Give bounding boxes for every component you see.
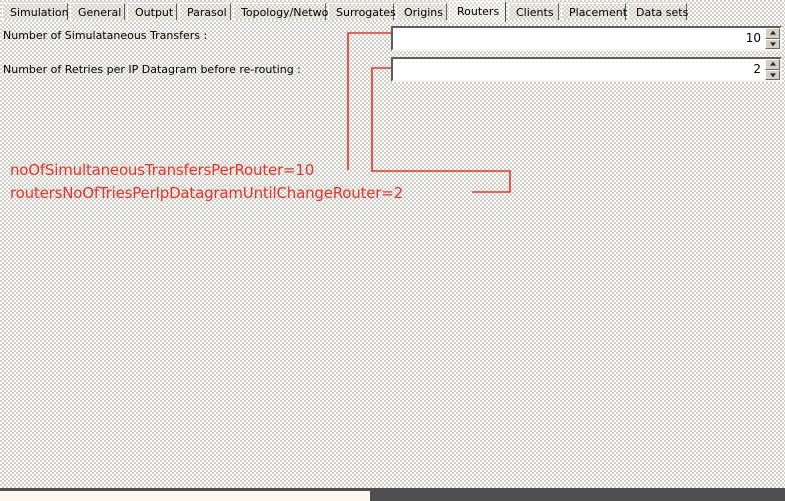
spinner-simultaneous-transfers[interactable]: 10 <box>391 26 782 51</box>
tab-label: Placement <box>569 6 628 19</box>
tab-label: Routers <box>457 5 500 18</box>
triangle-down-icon[interactable] <box>765 38 780 49</box>
tab-general[interactable]: General <box>70 3 125 20</box>
bottom-edge-line <box>0 488 785 491</box>
tab-label: Surrogates <box>336 6 396 19</box>
tab-surrogates[interactable]: Surrogates <box>328 3 396 20</box>
label-simultaneous-transfers: Number of Simulataneous Transfers : <box>3 29 208 42</box>
tab-clients[interactable]: Clients <box>508 3 559 20</box>
tab-data-sets[interactable]: Data sets <box>628 3 689 20</box>
tab-simulation[interactable]: Simulation <box>2 3 69 20</box>
application-window: Simulation General Output Parasol Topolo… <box>0 0 785 501</box>
triangle-down-icon[interactable] <box>765 69 780 80</box>
tab-label: General <box>78 6 122 19</box>
triangle-up-icon[interactable] <box>765 28 780 39</box>
input-simultaneous-transfers[interactable]: 10 <box>393 28 765 49</box>
tab-label: Output <box>135 6 174 19</box>
input-retries-per-ip-datagram[interactable]: 2 <box>393 59 765 80</box>
tab-placement[interactable]: Placement <box>561 3 628 20</box>
tab-label: Origins <box>404 6 443 19</box>
tab-output[interactable]: Output <box>127 3 177 20</box>
tab-label: Simulation <box>10 6 69 19</box>
tab-origins[interactable]: Origins <box>396 3 447 20</box>
triangle-up-icon[interactable] <box>765 59 780 70</box>
label-retries-per-ip-datagram: Number of Retries per IP Datagram before… <box>3 63 301 76</box>
spinner-retries-per-ip-datagram[interactable]: 2 <box>391 57 782 82</box>
tab-parasol[interactable]: Parasol <box>179 3 231 20</box>
tab-topology-network[interactable]: Topology/Network <box>233 3 339 20</box>
bottom-left-strip <box>0 491 370 501</box>
tab-label: Clients <box>516 6 554 19</box>
tab-routers[interactable]: Routers <box>449 1 506 22</box>
routers-settings-panel: Number of Simulataneous Transfers : 10 N… <box>0 22 785 479</box>
tab-bar: Simulation General Output Parasol Topolo… <box>0 0 785 23</box>
tab-label: Topology/Network <box>241 6 340 19</box>
spinner-buttons-simultaneous-transfers <box>765 28 780 49</box>
tab-label: Parasol <box>187 6 227 19</box>
tab-label: Data sets <box>636 6 689 19</box>
spinner-buttons-retries-per-ip-datagram <box>765 59 780 80</box>
